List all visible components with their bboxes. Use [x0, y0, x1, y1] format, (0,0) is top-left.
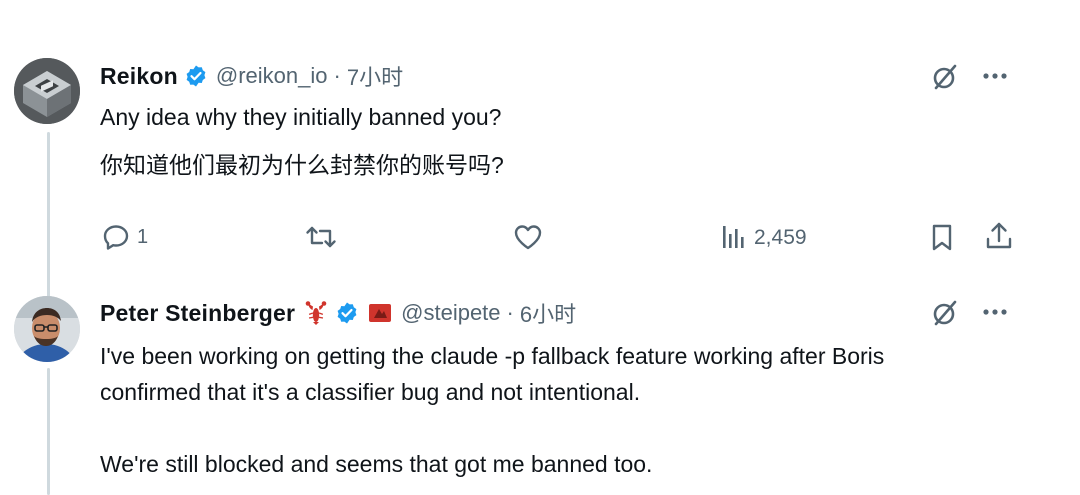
author-handle[interactable]: @reikon_io	[216, 63, 328, 89]
reply-icon	[103, 225, 129, 250]
author-name[interactable]: Peter Steinberger	[100, 300, 295, 327]
tweet-timestamp[interactable]: 7小时	[347, 60, 403, 92]
views-button[interactable]: 2,459	[720, 224, 807, 252]
views-icon	[723, 226, 744, 248]
meta-separator: ·	[506, 300, 514, 325]
verified-badge-icon	[186, 65, 206, 87]
tweet1-text-en: Any idea why they initially banned you?	[100, 104, 502, 130]
bookmark-icon	[932, 224, 952, 251]
tweet2-text-line1: I've been working on getting the claude …	[100, 343, 885, 369]
grok-icon	[933, 64, 957, 90]
views-count: 2,459	[754, 226, 807, 249]
tweet1-text-zh: 你知道他们最初为什么封禁你的账号吗?	[100, 152, 504, 178]
bookmark-button[interactable]	[928, 222, 956, 252]
tweet-timestamp[interactable]: 6小时	[520, 297, 576, 329]
share-icon	[986, 222, 1012, 249]
more-icon	[983, 73, 1007, 79]
grok-button[interactable]	[930, 62, 960, 92]
more-button[interactable]	[980, 64, 1010, 88]
share-button[interactable]	[984, 220, 1014, 252]
meta-separator: ·	[333, 63, 341, 88]
avatar-steipete[interactable]	[14, 296, 80, 362]
affiliate-badge-icon	[369, 304, 392, 322]
grok-button[interactable]	[930, 298, 960, 328]
grok-icon	[933, 300, 957, 326]
verified-badge-icon	[337, 302, 357, 324]
retweet-button[interactable]	[304, 222, 338, 252]
lobster-icon	[305, 301, 327, 325]
heart-icon	[514, 225, 542, 250]
like-button[interactable]	[512, 222, 544, 252]
steipete-avatar-image	[14, 296, 80, 362]
more-icon	[983, 309, 1007, 315]
tweet2-text-line2: confirmed that it's a classifier bug and…	[100, 379, 641, 405]
more-button[interactable]	[980, 300, 1010, 324]
reikon-avatar-image	[14, 58, 80, 124]
tweet2-header: Peter Steinberger @steipete · 6小时	[100, 297, 576, 329]
tweet2-text-line3: We're still blocked and seems that got m…	[100, 451, 653, 477]
reply-count: 1	[137, 225, 149, 248]
tweet1-header: Reikon @reikon_io · 7小时	[100, 60, 403, 92]
retweet-icon	[306, 226, 336, 248]
reply-button[interactable]: 1	[101, 222, 148, 252]
author-handle[interactable]: @steipete	[401, 300, 500, 326]
avatar-reikon[interactable]	[14, 58, 80, 124]
thread-connector-line	[47, 132, 50, 308]
thread-connector-line-2	[47, 368, 50, 495]
author-name[interactable]: Reikon	[100, 63, 178, 90]
